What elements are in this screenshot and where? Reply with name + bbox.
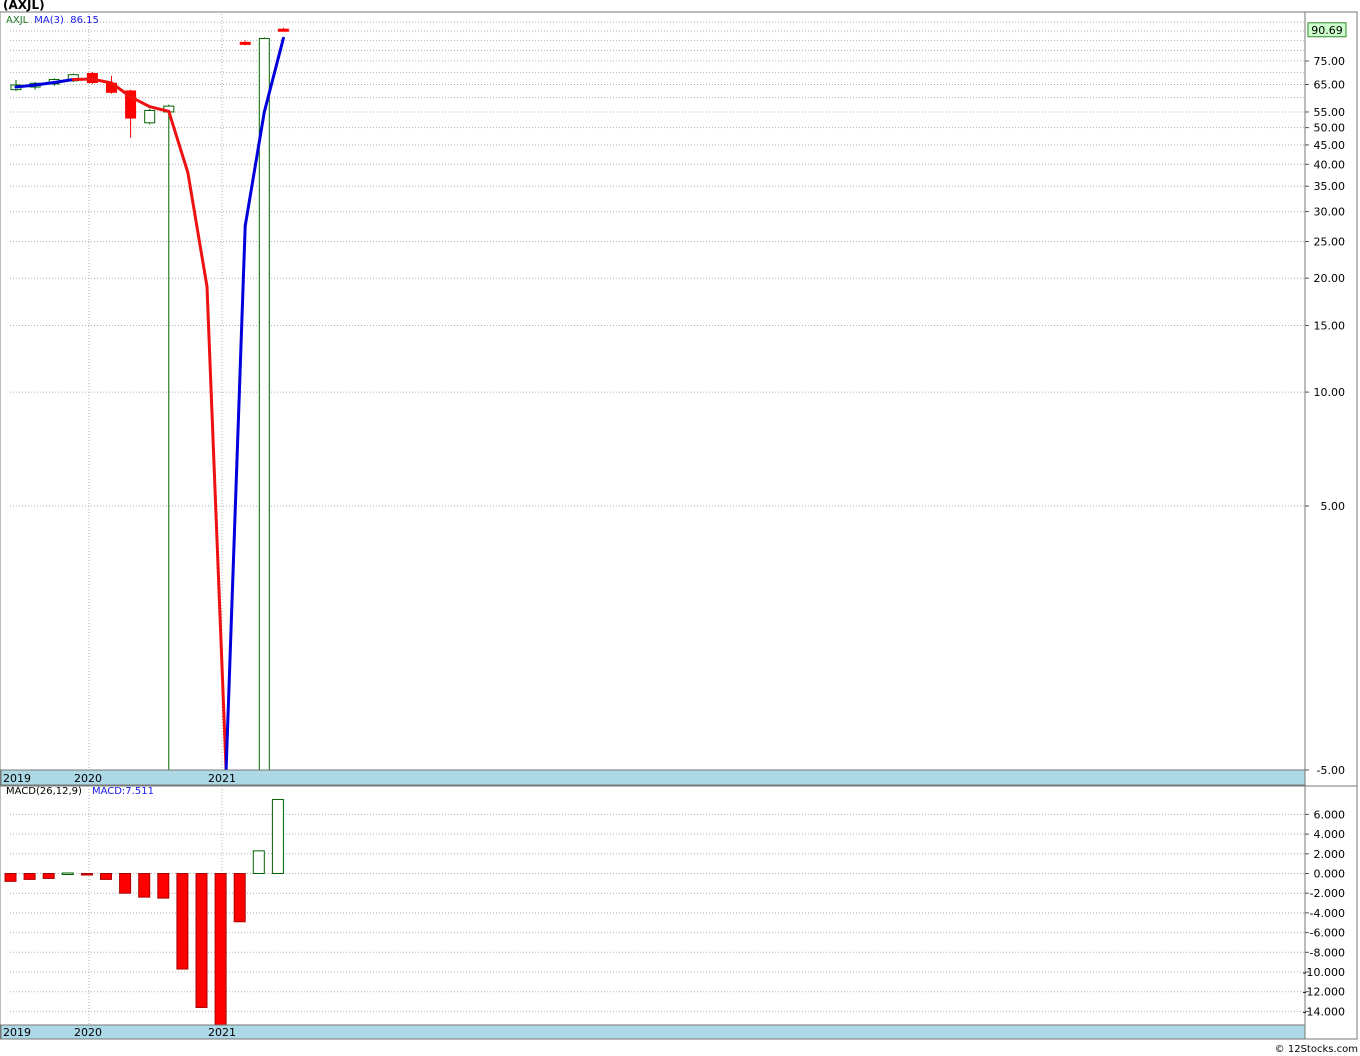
chart-canvas: 75.00 65.00 55.00 50.00 45.00 40.00 35.00 30.00… — [0, 11, 1358, 1040]
y-tick-label: 65.00 — [1314, 79, 1346, 92]
candle-body — [144, 109, 156, 124]
macd-x-tick-label: 2019 — [3, 1026, 31, 1039]
macd-x-tick-label: 2021 — [208, 1026, 236, 1039]
macd-bar — [138, 873, 151, 898]
copyright: © 12Stocks.com — [1274, 1044, 1358, 1055]
x-axis-band — [0, 769, 1306, 786]
y-tick-label: 25.00 — [1314, 236, 1346, 249]
macd-y-tick-label: -8.000 — [1310, 946, 1345, 959]
macd-bar — [4, 873, 17, 882]
macd-bar — [252, 850, 265, 874]
chart-title: (AXJL) — [3, 0, 45, 12]
macd-panel: 6.000 4.000 2.000 0.000 -2.000 -4.000 -6.000 -8… — [0, 785, 1358, 1040]
x-tick-label: 2019 — [3, 772, 31, 785]
macd-y-tick-label: 2.000 — [1314, 848, 1346, 861]
y-tick-label: 50.00 — [1314, 122, 1346, 135]
macd-legend: MACD(26,12,9) MACD:7.511 — [6, 786, 154, 797]
macd-bar — [61, 872, 74, 876]
candle-body — [258, 38, 270, 771]
macd-bar — [214, 873, 227, 1026]
y-tick-label: 40.00 — [1314, 158, 1346, 171]
macd-bar — [42, 873, 55, 879]
macd-y-tick-label: -2.000 — [1310, 887, 1345, 900]
macd-x-tick-label: 2020 — [74, 1026, 102, 1039]
macd-y-tick-label: -10.000 — [1303, 966, 1345, 979]
macd-y-tick-label: 4.000 — [1314, 828, 1346, 841]
macd-bar — [271, 799, 284, 875]
macd-y-tick-label: 0.000 — [1314, 868, 1346, 881]
candle-body — [277, 28, 289, 32]
y-tick-label: 75.00 — [1314, 55, 1346, 68]
y-tick-label: 35.00 — [1314, 180, 1346, 193]
x-tick-label: 2021 — [208, 772, 236, 785]
ma-segment — [14, 83, 37, 89]
symbol-label: AXJL — [6, 15, 29, 26]
y-tick-label: 20.00 — [1314, 272, 1346, 285]
macd-y-tick-label: -12.000 — [1303, 986, 1345, 999]
macd-x-axis-band — [0, 1024, 1306, 1040]
macd-y-tick-label: 6.000 — [1314, 808, 1346, 821]
macd-y-tick-label: -14.000 — [1303, 1005, 1345, 1018]
macd-bar — [157, 873, 170, 899]
macd-y-tick-label: -4.000 — [1310, 907, 1345, 920]
y-tick-label: -5.00 — [1317, 764, 1345, 777]
price-panel: 75.00 65.00 55.00 50.00 45.00 40.00 35.00 30.00… — [0, 11, 1358, 787]
macd-y-tick-label: -6.000 — [1310, 927, 1345, 940]
price-legend: AXJL MA(3) 86.15 — [6, 15, 99, 26]
macd-bar — [176, 873, 189, 970]
y-tick-label: 45.00 — [1314, 139, 1346, 152]
ma-value: 86.15 — [70, 15, 99, 26]
x-tick-label: 2020 — [74, 772, 102, 785]
y-tick-label: 5.00 — [1321, 500, 1346, 513]
macd-bar — [233, 873, 246, 923]
macd-value: MACD:7.511 — [91, 786, 154, 797]
y-tick-label: 15.00 — [1314, 319, 1346, 332]
macd-bar — [23, 873, 36, 880]
macd-bar — [80, 873, 93, 876]
macd-bar — [195, 873, 208, 1008]
macd-bar — [119, 873, 132, 894]
y-tick-label: 55.00 — [1314, 106, 1346, 119]
last-price-label: 90.69 — [1311, 24, 1343, 37]
y-tick-label: 10.00 — [1314, 386, 1346, 399]
macd-bar — [100, 873, 112, 880]
candle-body — [239, 41, 251, 45]
macd-label: MACD(26,12,9) — [6, 786, 82, 797]
ma-label: MA(3) — [34, 15, 64, 26]
y-tick-label: 30.00 — [1314, 206, 1346, 219]
